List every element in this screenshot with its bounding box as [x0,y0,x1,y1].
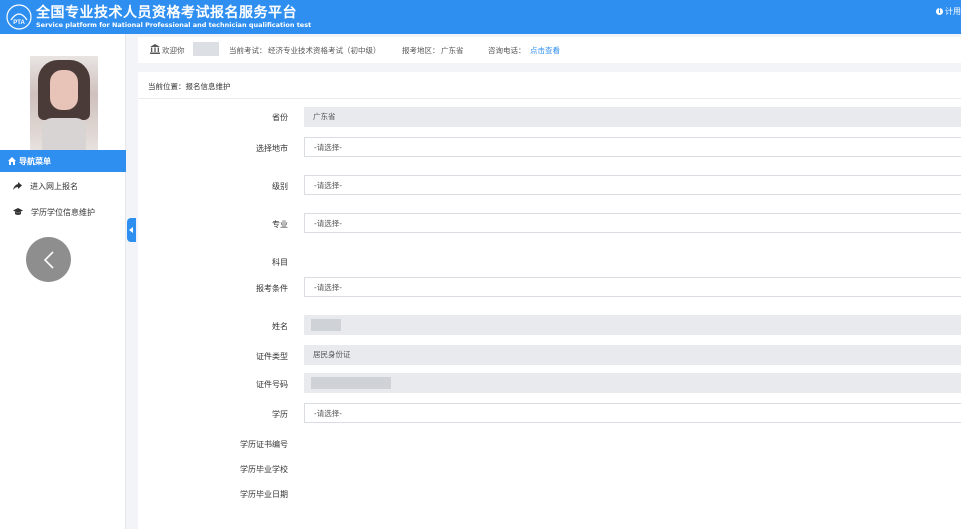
id-type-label: 证件类型 [256,352,288,361]
platform-subtitle: Service platform for National Profession… [36,21,312,29]
province-label: 省份 [272,113,288,122]
bank-icon [150,44,160,54]
condition-label: 报考条件 [256,284,288,293]
school-label: 学历毕业学校 [240,465,288,474]
province-field: 广东省 [304,107,961,127]
nav-menu-header: 导航菜单 [0,150,126,172]
breadcrumb-label: 当前位置： [148,82,186,91]
phone-label: 咨询电话： [488,46,526,55]
id-number-field [304,373,961,393]
education-label: 学历 [272,410,288,419]
main-panel: 当前位置：报名信息维护 省份 广东省 选择地市 -请选择- 级别 -请选择- 专… [138,72,961,529]
top-header: PTA 全国专业技术人员资格考试报名服务平台 Service platform … [0,0,961,34]
welcome-text: 欢迎你 [162,46,185,55]
current-exam-value: 经济专业技术资格考试（初中级） [268,46,381,55]
condition-select[interactable]: -请选择- [304,277,961,297]
header-user-menu[interactable]: i 计用 [936,6,961,17]
graduation-cap-icon [13,208,23,215]
phone-link[interactable]: 点击查看 [530,45,560,56]
breadcrumb-page: 报名信息维护 [185,82,231,91]
current-exam-label: 当前考试： [229,46,267,55]
sidebar-item-label: 进入网上报名 [30,181,78,191]
platform-title: 全国专业技术人员资格考试报名服务平台 [36,5,297,21]
id-number-label: 证件号码 [256,380,288,389]
home-icon [8,157,16,165]
region-label: 报考地区： [402,46,440,55]
name-label: 姓名 [272,322,288,331]
header-right-text: 计用 [945,7,961,16]
city-select[interactable]: -请选择- [304,137,961,157]
nav-menu-title: 导航菜单 [19,156,51,166]
sidebar-item-online-registration[interactable]: 进入网上报名 [0,175,126,197]
info-bar: 欢迎你 当前考试： 经济专业技术资格考试（初中级） 报考地区： 广东省 咨询电话… [138,37,961,63]
city-label: 选择地市 [256,144,288,153]
breadcrumb: 当前位置：报名信息维护 [148,81,231,92]
back-button[interactable] [26,237,71,282]
breadcrumb-divider [138,98,961,99]
sidebar-item-label: 学历学位信息维护 [31,207,95,217]
sidebar: 导航菜单 进入网上报名 学历学位信息维护 [0,34,126,529]
chevron-left-icon [43,250,54,269]
id-type-field: 居民身份证 [304,345,961,365]
welcome-username-blurred [193,42,219,56]
name-blurred [311,319,341,331]
subject-label: 科目 [272,258,288,267]
avatar [30,56,98,152]
grad-date-label: 学历毕业日期 [240,490,288,499]
sidebar-collapse-toggle[interactable] [127,218,136,242]
share-icon [13,182,22,190]
caret-left-icon [129,227,133,233]
major-label: 专业 [272,220,288,229]
id-number-blurred [311,377,391,389]
pta-logo-icon: PTA [6,4,32,30]
logo-text: PTA [13,20,25,26]
name-field [304,315,961,335]
sidebar-item-education-info[interactable]: 学历学位信息维护 [0,201,126,223]
major-select[interactable]: -请选择- [304,213,961,233]
education-select[interactable]: -请选择- [304,403,961,423]
level-select[interactable]: -请选择- [304,175,961,195]
info-icon: i [936,8,943,15]
cert-number-label: 学历证书编号 [240,440,288,449]
level-label: 级别 [272,182,288,191]
region-value: 广东省 [441,46,464,55]
